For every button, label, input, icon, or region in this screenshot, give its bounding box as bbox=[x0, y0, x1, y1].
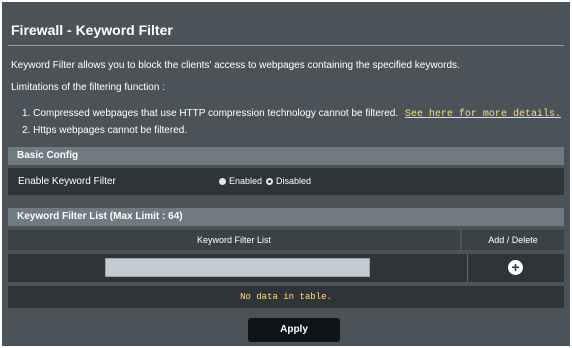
radio-disabled[interactable]: Disabled bbox=[266, 176, 311, 186]
enable-filter-radio-group: Enabled Disabled bbox=[219, 176, 311, 186]
radio-disabled-label: Disabled bbox=[276, 176, 312, 186]
column-divider bbox=[467, 254, 468, 282]
plus-icon: + bbox=[511, 259, 520, 275]
limitations-heading: Limitations of the filtering function : bbox=[11, 82, 165, 93]
description-text: Keyword Filter allows you to block the c… bbox=[11, 60, 460, 71]
enable-filter-row: Enable Keyword Filter Enabled Disabled bbox=[8, 168, 564, 195]
enable-filter-label: Enable Keyword Filter bbox=[18, 176, 116, 187]
title-divider bbox=[8, 45, 564, 46]
col-keyword-list: Keyword Filter List bbox=[8, 230, 460, 250]
details-link[interactable]: See here for more details. bbox=[405, 109, 561, 120]
radio-dot-enabled-icon bbox=[219, 177, 226, 185]
firewall-keyword-filter-panel: Firewall - Keyword Filter Keyword Filter… bbox=[2, 2, 570, 346]
keyword-list-header: Keyword Filter List (Max Limit : 64) bbox=[8, 208, 564, 226]
radio-enabled-label: Enabled bbox=[229, 176, 263, 186]
limitation-1: 1. Compressed webpages that use HTTP com… bbox=[22, 108, 561, 120]
basic-config-header: Basic Config bbox=[8, 147, 564, 165]
limitation-2: 2. Https webpages cannot be filtered. bbox=[22, 125, 188, 136]
col-add-delete: Add / Delete bbox=[462, 230, 564, 250]
page-title: Firewall - Keyword Filter bbox=[11, 22, 173, 38]
add-keyword-button[interactable]: + bbox=[508, 260, 523, 275]
radio-enabled[interactable]: Enabled bbox=[219, 176, 262, 186]
apply-button[interactable]: Apply bbox=[248, 318, 340, 342]
keyword-input-row: + bbox=[8, 254, 564, 282]
empty-table-message: No data in table. bbox=[8, 286, 564, 308]
limitation-1-text: 1. Compressed webpages that use HTTP com… bbox=[22, 108, 399, 119]
radio-dot-disabled-icon bbox=[266, 177, 274, 185]
keyword-input[interactable] bbox=[105, 258, 370, 277]
